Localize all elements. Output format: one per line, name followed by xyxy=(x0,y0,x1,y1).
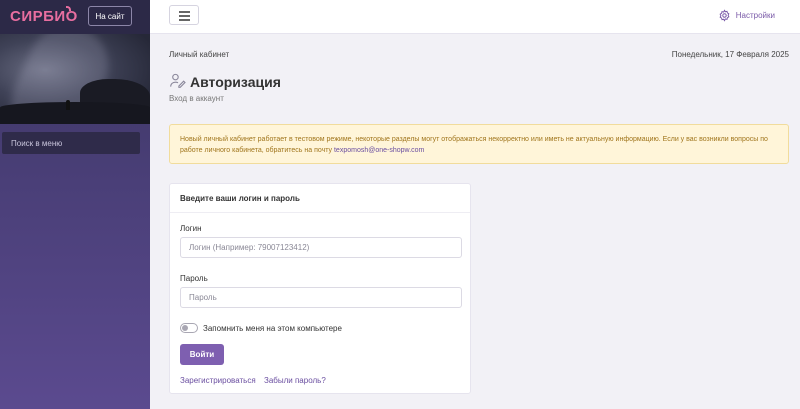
current-date: Понедельник, 17 Февраля 2025 xyxy=(671,50,789,59)
login-card-heading: Введите ваши логин и пароль xyxy=(170,184,470,213)
remember-me-label: Запомнить меня на этом компьютере xyxy=(203,324,342,333)
support-email-link[interactable]: texpomosh@one-shopw.com xyxy=(334,147,424,154)
topbar: Настройки xyxy=(150,0,800,34)
settings-link[interactable]: Настройки xyxy=(718,9,775,22)
login-button[interactable]: Войти xyxy=(180,344,224,365)
login-card: Введите ваши логин и пароль Логин Пароль… xyxy=(169,183,471,394)
remember-me-toggle[interactable] xyxy=(180,323,198,333)
forgot-password-link[interactable]: Забыли пароль? xyxy=(264,376,326,385)
to-site-button[interactable]: На сайт xyxy=(88,6,132,26)
alert-text: Новый личный кабинет работает в тестовом… xyxy=(180,136,768,154)
register-link[interactable]: Зарегистрироваться xyxy=(180,376,256,385)
info-alert: Новый личный кабинет работает в тестовом… xyxy=(169,124,789,164)
password-label: Пароль xyxy=(180,274,208,283)
menu-toggle-button[interactable] xyxy=(169,5,199,25)
menu-search-input[interactable]: Поиск в меню xyxy=(2,132,140,154)
page-title: Авторизация xyxy=(190,74,281,90)
breadcrumb: Личный кабинет xyxy=(169,50,230,59)
password-input[interactable] xyxy=(180,287,462,308)
logo-leaf-icon xyxy=(66,6,71,11)
sidebar-hero-image xyxy=(0,34,150,124)
gear-icon xyxy=(719,9,730,22)
login-input[interactable] xyxy=(180,237,462,258)
settings-label: Настройки xyxy=(735,11,775,20)
login-label: Логин xyxy=(180,224,202,233)
page-subtitle: Вход в аккаунт xyxy=(169,94,224,103)
sidebar: СИРБИО На сайт Поиск в меню xyxy=(0,0,150,409)
user-edit-icon xyxy=(170,73,186,88)
brand-bar: СИРБИО На сайт xyxy=(0,0,150,34)
